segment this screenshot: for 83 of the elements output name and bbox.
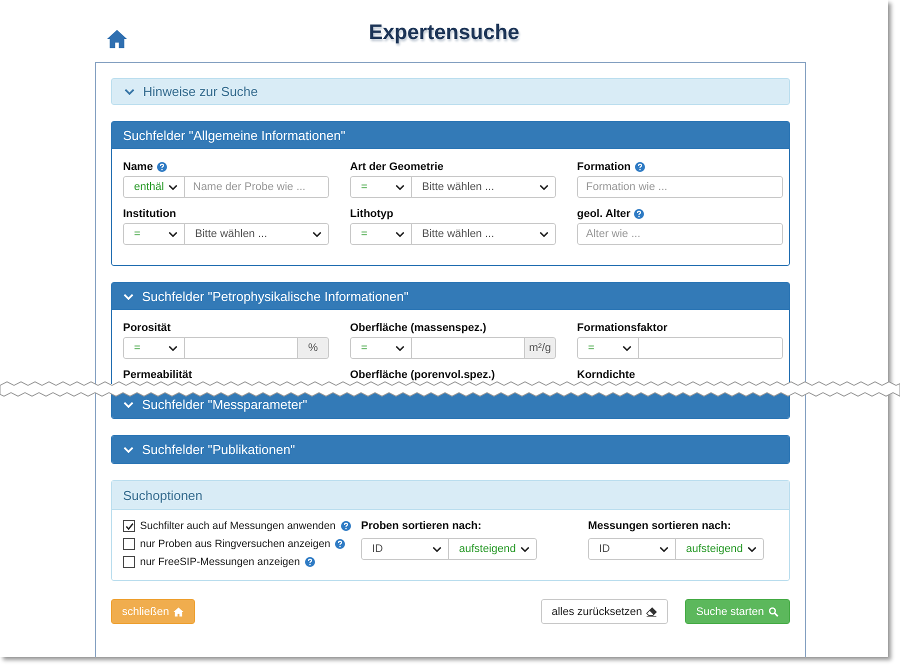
- sort-label: Messungen sortieren nach:: [588, 520, 732, 532]
- sort-order-select[interactable]: aufsteigend: [676, 538, 764, 560]
- field-label: Formationsfaktor: [577, 322, 668, 334]
- input-field[interactable]: [185, 337, 298, 359]
- sort-order-select[interactable]: aufsteigend: [449, 538, 537, 560]
- sort-field-select[interactable]: ID: [588, 538, 676, 560]
- input-field[interactable]: [412, 337, 525, 359]
- checkbox-label: Suchfilter auch auf Messungen anwenden: [140, 520, 336, 532]
- field-label: Korndichte: [577, 369, 636, 381]
- help-icon[interactable]: [634, 162, 645, 172]
- eraser-icon: [646, 606, 658, 616]
- chevron-down-icon: [520, 546, 530, 552]
- chevron-down-icon: [168, 230, 178, 238]
- home-icon[interactable]: [106, 29, 128, 49]
- operator-select[interactable]: =: [350, 337, 412, 359]
- operator-select[interactable]: =: [123, 223, 185, 245]
- chevron-down-icon: [747, 546, 757, 552]
- checkbox[interactable]: [123, 538, 135, 550]
- chevron-down-icon: [168, 344, 178, 352]
- chevron-down-icon: [659, 546, 669, 552]
- unit-label: m²/g: [525, 337, 556, 359]
- help-icon[interactable]: [634, 209, 644, 219]
- chevron-down-icon: [123, 400, 134, 408]
- page-title: Expertensuche: [368, 21, 520, 45]
- chevron-down-icon: [124, 88, 135, 96]
- section-header[interactable]: Suchfelder "Petrophysikalische Informationen": [112, 283, 789, 310]
- help-icon[interactable]: [304, 557, 315, 567]
- checkbox-label: nur FreeSIP-Messungen anzeigen: [140, 556, 300, 568]
- checkbox-label: nur Proben aus Ringversuchen anzeigen: [140, 538, 330, 550]
- help-icon[interactable]: [335, 539, 346, 549]
- value-select[interactable]: Bitte wählen ...: [412, 223, 556, 245]
- field-label: Permeabilität: [123, 369, 192, 381]
- value-select[interactable]: Bitte wählen ...: [185, 223, 329, 245]
- chevron-down-icon: [622, 344, 632, 352]
- input-field[interactable]: Formation wie ...: [577, 176, 783, 198]
- field-label: Institution: [123, 208, 176, 220]
- operator-select[interactable]: =: [350, 176, 412, 198]
- sort-field-select[interactable]: ID: [361, 538, 449, 560]
- field-label: Lithotyp: [350, 208, 394, 220]
- sort-label: Proben sortieren nach:: [361, 520, 482, 532]
- field-label: Oberfläche (massenspez.): [350, 322, 486, 334]
- field-label: Name: [123, 161, 153, 173]
- close-button[interactable]: schließen: [111, 599, 196, 624]
- chevron-down-icon: [395, 344, 405, 352]
- chevron-down-icon: [395, 230, 405, 238]
- unit-label: %: [298, 337, 329, 359]
- checkbox[interactable]: [123, 520, 135, 532]
- field-label: Art der Geometrie: [350, 161, 444, 173]
- help-icon[interactable]: [156, 162, 167, 172]
- input-field[interactable]: [639, 337, 783, 359]
- help-icon[interactable]: [340, 521, 351, 531]
- chevron-down-icon: [395, 184, 405, 190]
- chevron-down-icon: [312, 230, 322, 238]
- field-label: Formation: [577, 161, 631, 173]
- section-header[interactable]: Suchfelder "Publikationen": [112, 436, 789, 463]
- operator-select[interactable]: enthäl: [123, 176, 185, 198]
- section-title: Suchfelder "Allgemeine Informationen": [123, 128, 346, 143]
- chevron-down-icon: [432, 546, 442, 552]
- search-button[interactable]: Suche starten: [685, 599, 790, 624]
- chevron-down-icon: [539, 230, 549, 238]
- reset-button[interactable]: alles zurücksetzen: [540, 599, 668, 624]
- field-label: Porosität: [123, 322, 171, 334]
- hints-label: Hinweise zur Suche: [143, 84, 258, 99]
- home-icon: [173, 606, 184, 616]
- search-icon: [768, 606, 779, 616]
- input-field[interactable]: Alter wie ...: [577, 223, 783, 245]
- chevron-down-icon: [123, 446, 134, 454]
- value-select[interactable]: Bitte wählen ...: [412, 176, 556, 198]
- section-title: Suchfelder "Publikationen": [142, 442, 296, 457]
- operator-select[interactable]: =: [123, 337, 185, 359]
- input-field[interactable]: Name der Probe wie ...: [185, 176, 329, 198]
- chevron-down-icon: [539, 184, 549, 190]
- chevron-down-icon: [168, 184, 178, 190]
- options-title: Suchoptionen: [123, 488, 203, 502]
- chevron-down-icon: [123, 292, 134, 300]
- section-title: Suchfelder "Messparameter": [142, 397, 308, 412]
- hints-panel[interactable]: Hinweise zur Suche: [111, 78, 790, 105]
- section-title: Suchfelder "Petrophysikalische Informationen": [142, 289, 408, 304]
- field-label: geol. Alter: [577, 208, 630, 220]
- field-label: Oberfläche (porenvol.spez.): [350, 369, 495, 381]
- checkbox[interactable]: [123, 556, 135, 568]
- operator-select[interactable]: =: [577, 337, 639, 359]
- operator-select[interactable]: =: [350, 223, 412, 245]
